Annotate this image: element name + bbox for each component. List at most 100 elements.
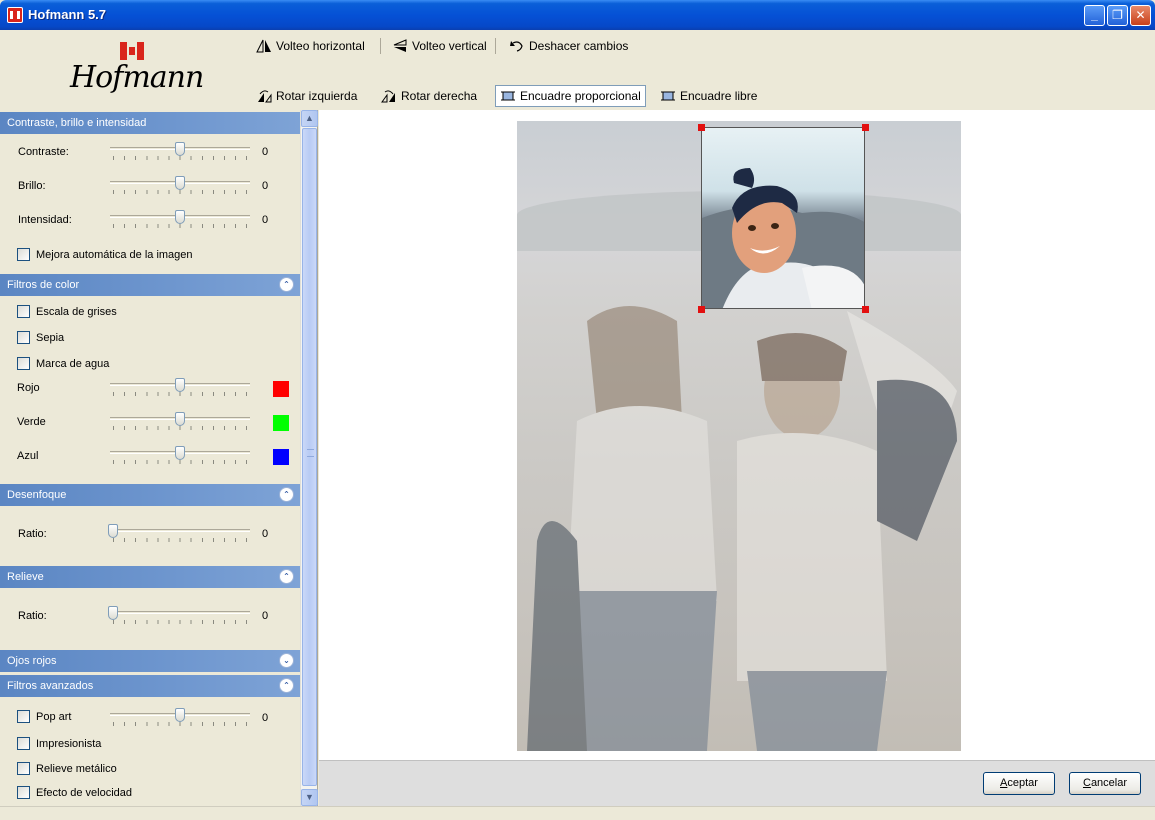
expand-icon[interactable]: ⌄ bbox=[279, 653, 294, 668]
section-header-contrast[interactable]: Contraste, brillo e intensidad bbox=[0, 112, 300, 134]
flip-horizontal-icon bbox=[256, 39, 272, 53]
toolbar-separator bbox=[380, 38, 381, 54]
free-crop-label: Encuadre libre bbox=[680, 89, 758, 103]
watermark-label: Marca de agua bbox=[36, 357, 110, 370]
blue-swatch[interactable] bbox=[273, 449, 289, 465]
intensity-label: Intensidad: bbox=[18, 214, 72, 226]
collapse-icon[interactable]: ⌃ bbox=[279, 678, 294, 693]
auto-enhance-checkbox[interactable]: Mejora automática de la imagen bbox=[17, 248, 193, 261]
crop-handle-bottom-right[interactable] bbox=[862, 306, 869, 313]
rotate-left-button[interactable]: Rotar izquierda bbox=[252, 85, 361, 107]
section-header-advanced[interactable]: Filtros avanzados ⌃ bbox=[0, 675, 300, 697]
cancel-button[interactable]: Cancelar bbox=[1069, 772, 1141, 795]
brightness-label: Brillo: bbox=[18, 180, 46, 192]
sepia-checkbox[interactable]: Sepia bbox=[17, 331, 64, 344]
header: Hofmann Volteo horizontal Volteo vertica… bbox=[0, 30, 1155, 110]
crop-selection[interactable] bbox=[701, 127, 865, 309]
scrollbar-thumb[interactable] bbox=[302, 128, 317, 786]
proportional-crop-label: Encuadre proporcional bbox=[520, 89, 641, 103]
panel-scrollbar[interactable]: ▲ ▼ bbox=[300, 110, 318, 806]
title-bar: Hofmann 5.7 _ ❐ ✕ bbox=[0, 0, 1155, 30]
rotate-left-icon bbox=[256, 89, 272, 103]
auto-enhance-label: Mejora automática de la imagen bbox=[36, 248, 193, 261]
section-title: Contraste, brillo e intensidad bbox=[7, 117, 147, 129]
impressionist-checkbox[interactable]: Impresionista bbox=[17, 737, 101, 750]
rotate-right-icon bbox=[381, 89, 397, 103]
scroll-up-icon[interactable]: ▲ bbox=[301, 110, 318, 127]
section-header-color[interactable]: Filtros de color ⌃ bbox=[0, 274, 300, 296]
contrast-slider[interactable] bbox=[110, 142, 250, 162]
speed-effect-label: Efecto de velocidad bbox=[36, 786, 133, 799]
crop-handle-top-right[interactable] bbox=[862, 124, 869, 131]
impressionist-label: Impresionista bbox=[36, 737, 102, 750]
app-icon bbox=[7, 7, 23, 23]
blur-value: 0 bbox=[262, 528, 269, 540]
restore-button[interactable]: ❐ bbox=[1107, 5, 1128, 26]
brightness-slider[interactable] bbox=[110, 176, 250, 196]
contrast-label: Contraste: bbox=[18, 146, 69, 158]
collapse-icon[interactable]: ⌃ bbox=[279, 277, 294, 292]
speed-effect-checkbox[interactable]: Efecto de velocidad bbox=[17, 786, 132, 799]
crop-free-icon bbox=[660, 89, 676, 103]
logo: Hofmann bbox=[70, 40, 204, 100]
intensity-slider[interactable] bbox=[110, 210, 250, 230]
metallic-emboss-label: Relieve metálico bbox=[36, 762, 117, 775]
red-slider[interactable] bbox=[110, 378, 250, 398]
undo-button[interactable]: Deshacer cambios bbox=[505, 35, 632, 57]
sepia-label: Sepia bbox=[36, 331, 65, 344]
section-title: Filtros de color bbox=[7, 279, 80, 291]
section-header-redeye[interactable]: Ojos rojos ⌄ bbox=[0, 650, 300, 672]
collapse-icon[interactable]: ⌃ bbox=[279, 487, 294, 502]
undo-icon bbox=[509, 39, 525, 53]
pop-art-value: 0 bbox=[262, 712, 269, 724]
status-bar bbox=[0, 806, 1155, 820]
rotate-right-button[interactable]: Rotar derecha bbox=[377, 85, 481, 107]
section-header-blur[interactable]: Desenfoque ⌃ bbox=[0, 484, 300, 506]
blur-slider[interactable] bbox=[108, 524, 250, 544]
undo-label: Deshacer cambios bbox=[529, 39, 629, 53]
toolbar-separator bbox=[495, 38, 496, 54]
flip-horizontal-label: Volteo horizontal bbox=[276, 39, 365, 53]
logo-text: Hofmann bbox=[70, 60, 204, 95]
green-label: Verde bbox=[17, 416, 46, 428]
collapse-icon[interactable]: ⌃ bbox=[279, 569, 294, 584]
emboss-value: 0 bbox=[262, 610, 269, 622]
blue-label: Azul bbox=[17, 450, 39, 462]
intensity-value: 0 bbox=[262, 214, 269, 226]
watermark-checkbox[interactable]: Marca de agua bbox=[17, 357, 109, 370]
image-canvas[interactable] bbox=[319, 110, 1155, 760]
section-title: Relieve bbox=[7, 571, 44, 583]
dialog-button-bar: Aceptar Cancelar bbox=[319, 760, 1155, 806]
section-title: Filtros avanzados bbox=[7, 680, 94, 692]
accept-button[interactable]: Aceptar bbox=[983, 772, 1055, 795]
section-title: Desenfoque bbox=[7, 489, 67, 501]
red-swatch[interactable] bbox=[273, 381, 289, 397]
pop-art-label: Pop art bbox=[36, 710, 72, 723]
rotate-left-label: Rotar izquierda bbox=[276, 89, 358, 103]
emboss-slider[interactable] bbox=[108, 606, 250, 626]
crop-handle-bottom-left[interactable] bbox=[698, 306, 705, 313]
pop-art-checkbox[interactable]: Pop art bbox=[17, 710, 71, 723]
free-crop-button[interactable]: Encuadre libre bbox=[656, 85, 761, 107]
scroll-down-icon[interactable]: ▼ bbox=[301, 789, 318, 806]
flip-vertical-button[interactable]: Volteo vertical bbox=[388, 35, 491, 57]
red-label: Rojo bbox=[17, 382, 40, 394]
pop-art-slider[interactable] bbox=[110, 708, 250, 728]
section-header-emboss[interactable]: Relieve ⌃ bbox=[0, 566, 300, 588]
logo-flag-icon bbox=[120, 42, 144, 60]
emboss-ratio-label: Ratio: bbox=[18, 610, 47, 622]
green-swatch[interactable] bbox=[273, 415, 289, 431]
metallic-emboss-checkbox[interactable]: Relieve metálico bbox=[17, 762, 117, 775]
adjustments-panel: Contraste, brillo e intensidad Contraste… bbox=[0, 110, 318, 806]
close-button[interactable]: ✕ bbox=[1130, 5, 1151, 26]
blue-slider[interactable] bbox=[110, 446, 250, 466]
proportional-crop-button[interactable]: Encuadre proporcional bbox=[495, 85, 646, 107]
minimize-button[interactable]: _ bbox=[1084, 5, 1105, 26]
flip-horizontal-button[interactable]: Volteo horizontal bbox=[252, 35, 369, 57]
grayscale-label: Escala de grises bbox=[36, 305, 117, 318]
flip-vertical-icon bbox=[392, 39, 408, 53]
green-slider[interactable] bbox=[110, 412, 250, 432]
window-title: Hofmann 5.7 bbox=[28, 7, 107, 22]
crop-handle-top-left[interactable] bbox=[698, 124, 705, 131]
grayscale-checkbox[interactable]: Escala de grises bbox=[17, 305, 117, 318]
